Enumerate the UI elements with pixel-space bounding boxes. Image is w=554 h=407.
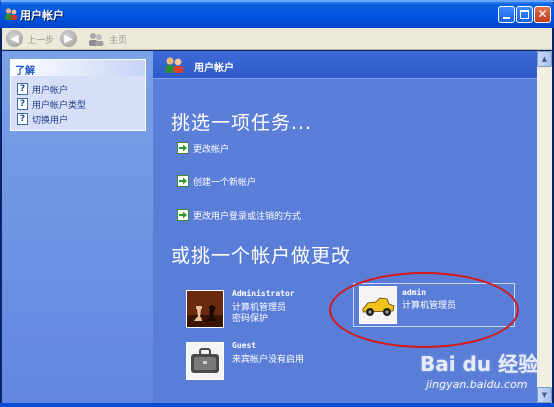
- account-administrator[interactable]: Administrator 计算机管理员 密码保护: [186, 289, 336, 330]
- user-accounts-icon: [5, 8, 17, 20]
- user-accounts-window: 用户帐户 ✕ ◀ 上一步 ▶ 主页 了解 ? 用户帐户 ? 用户帐户类型 ? 切…: [0, 0, 554, 407]
- learn-about-panel: 了解 ? 用户帐户 ? 用户帐户类型 ? 切换用户: [10, 59, 146, 131]
- toolbar: ◀ 上一步 ▶ 主页: [2, 28, 552, 50]
- task-sidebar: 了解 ? 用户帐户 ? 用户帐户类型 ? 切换用户: [2, 51, 153, 403]
- learn-item-label: 切换用户: [32, 116, 69, 126]
- green-arrow-icon: [177, 209, 189, 221]
- highlight-ellipse: [329, 272, 519, 348]
- learn-panel-header[interactable]: 了解: [11, 60, 145, 77]
- close-icon: ✕: [537, 7, 548, 21]
- minimize-button[interactable]: [498, 6, 515, 23]
- task-label: 更改用户登录或注销的方式: [193, 212, 302, 222]
- help-topic-icon: ?: [17, 98, 28, 110]
- learn-panel-title: 了解: [15, 66, 35, 77]
- account-name: Administrator: [232, 289, 295, 298]
- home-label: 主页: [109, 36, 128, 46]
- chess-icon: [186, 290, 224, 328]
- window-title: 用户帐户: [20, 9, 64, 22]
- pick-task-heading: 挑选一项任务...: [171, 112, 313, 134]
- learn-item-label: 用户帐户: [32, 86, 69, 96]
- home-users-icon: [89, 33, 104, 46]
- header-title: 用户帐户: [194, 63, 234, 74]
- learn-item-label: 用户帐户类型: [32, 101, 87, 111]
- main-header: 用户帐户: [153, 51, 537, 79]
- maximize-icon: [520, 10, 529, 19]
- learn-item-account-types[interactable]: ? 用户帐户类型: [17, 97, 143, 111]
- task-change-account[interactable]: 更改帐户: [177, 142, 427, 156]
- home-button[interactable]: 主页: [87, 28, 137, 50]
- forward-button[interactable]: ▶: [60, 28, 80, 50]
- account-status: 来宾帐户没有启用: [232, 355, 305, 365]
- account-status: 密码保护: [232, 314, 269, 324]
- task-create-account[interactable]: 创建一个新帐户: [177, 175, 427, 189]
- minimize-icon: [503, 17, 510, 19]
- help-topic-icon: ?: [17, 113, 28, 125]
- scroll-up-button[interactable]: ▲: [537, 51, 552, 67]
- back-button[interactable]: ◀ 上一步: [6, 28, 58, 50]
- account-name: Guest: [232, 341, 257, 350]
- title-bar-highlight: [0, 0, 554, 2]
- learn-item-switch-user[interactable]: ? 切换用户: [17, 112, 143, 126]
- task-label: 创建一个新帐户: [193, 178, 257, 188]
- task-change-logon-method[interactable]: 更改用户登录或注销的方式: [177, 209, 427, 223]
- window-bottom-border: [0, 403, 554, 407]
- help-topic-icon: ?: [17, 83, 28, 95]
- pick-account-heading: 或挑一个帐户做更改: [171, 245, 352, 267]
- green-arrow-icon: [177, 142, 189, 154]
- task-label: 更改帐户: [193, 145, 230, 155]
- green-arrow-icon: [177, 175, 189, 187]
- back-label: 上一步: [27, 36, 55, 46]
- account-guest[interactable]: Guest 来宾帐户没有启用: [186, 341, 346, 382]
- user-accounts-icon: [165, 57, 184, 73]
- close-button[interactable]: ✕: [534, 6, 551, 23]
- title-bar[interactable]: 用户帐户 ✕: [0, 0, 554, 28]
- watermark-url: jingyan.baidu.com: [426, 378, 528, 391]
- maximize-button[interactable]: [516, 6, 533, 23]
- watermark-logo: Bai du 经验: [420, 352, 539, 376]
- briefcase-icon: [186, 342, 224, 380]
- back-arrow-icon: ◀: [6, 30, 23, 47]
- up-arrow-icon: ▲: [541, 55, 548, 63]
- forward-arrow-icon: ▶: [60, 30, 77, 47]
- learn-item-user-accounts[interactable]: ? 用户帐户: [17, 82, 143, 96]
- watermark: Bai du 经验 jingyan.baidu.com: [420, 348, 550, 404]
